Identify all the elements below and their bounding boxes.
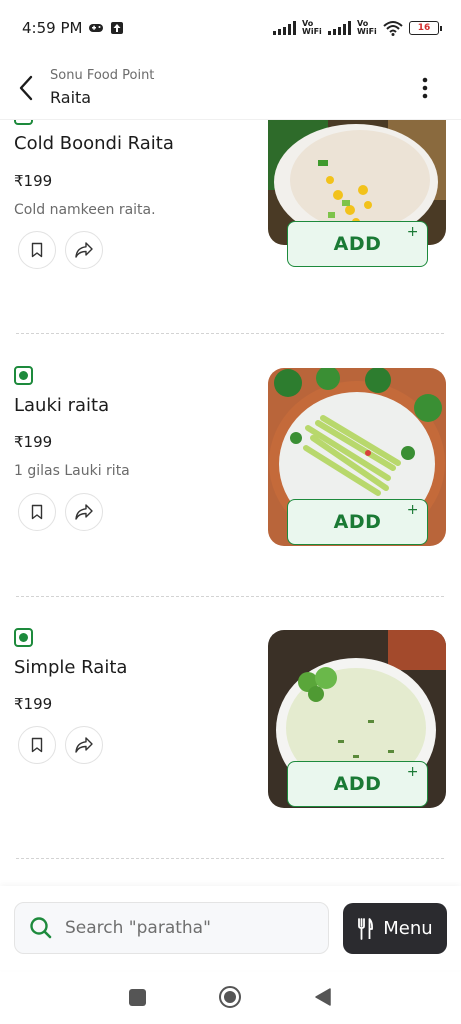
bookmark-icon — [31, 504, 43, 520]
menu-item-list[interactable]: Cold Boondi Raita ₹199 Cold namkeen rait… — [0, 120, 461, 886]
vowifi-label: Vo WiFi — [302, 19, 322, 36]
more-vertical-icon — [422, 77, 428, 98]
bookmark-button[interactable] — [18, 231, 56, 269]
search-icon — [30, 917, 52, 939]
back-button[interactable] — [2, 64, 50, 112]
back-triangle-icon[interactable] — [314, 987, 332, 1007]
item-price: ₹199 — [14, 172, 53, 190]
battery-icon: 16 — [409, 21, 442, 35]
item-name: Simple Raita — [14, 657, 128, 678]
bookmark-button[interactable] — [18, 726, 56, 764]
menu-item: Cold Boondi Raita ₹199 Cold namkeen rait… — [0, 120, 461, 344]
item-name: Lauki raita — [14, 395, 110, 416]
item-divider — [16, 596, 444, 597]
gamepad-icon — [89, 24, 104, 32]
item-name: Cold Boondi Raita — [14, 133, 174, 154]
cutlery-icon — [358, 917, 374, 940]
upload-icon — [111, 22, 124, 34]
share-button[interactable] — [65, 493, 103, 531]
veg-indicator-icon — [14, 628, 33, 647]
more-options-button[interactable] — [405, 64, 445, 112]
share-icon — [75, 242, 93, 258]
item-price: ₹199 — [14, 695, 53, 713]
signal-icon — [273, 21, 296, 35]
menu-button[interactable]: Menu — [343, 903, 447, 954]
add-button-label: ADD — [333, 773, 382, 795]
home-button[interactable] — [218, 986, 241, 1008]
signal-icon-2 — [328, 21, 351, 35]
wifi-icon — [383, 21, 403, 36]
system-nav-bar — [0, 970, 461, 1024]
share-button[interactable] — [65, 726, 103, 764]
restaurant-name: Sonu Food Point — [50, 68, 155, 83]
bookmark-icon — [31, 242, 43, 258]
item-description: 1 gilas Lauki rita — [14, 463, 130, 479]
plus-icon: + — [406, 764, 419, 780]
add-button[interactable]: ADD + — [287, 221, 428, 267]
app-header: Sonu Food Point Raita — [0, 56, 461, 120]
bookmark-button[interactable] — [18, 493, 56, 531]
veg-indicator-icon — [14, 366, 33, 385]
menu-button-label: Menu — [383, 918, 433, 939]
veg-indicator-icon — [14, 120, 33, 125]
item-price: ₹199 — [14, 433, 53, 451]
status-time: 4:59 PM — [22, 19, 83, 37]
plus-icon: + — [406, 224, 419, 240]
share-icon — [75, 504, 93, 520]
add-button[interactable]: ADD + — [287, 761, 428, 807]
bottom-bar: Search "paratha" Menu — [0, 886, 461, 970]
menu-item: Lauki raita ₹199 1 gilas Lauki rita ADD … — [0, 344, 461, 606]
bookmark-icon — [31, 737, 43, 753]
back-arrow-icon — [19, 75, 33, 100]
item-divider — [16, 333, 444, 334]
add-button-label: ADD — [333, 511, 382, 533]
add-button-label: ADD — [333, 233, 382, 255]
menu-item: Simple Raita ₹199 ADD + — [0, 606, 461, 868]
recents-button[interactable] — [128, 988, 146, 1006]
share-button[interactable] — [65, 231, 103, 269]
item-divider — [16, 858, 444, 859]
search-input[interactable]: Search "paratha" — [14, 902, 329, 954]
search-placeholder: Search "paratha" — [65, 918, 211, 938]
share-icon — [75, 737, 93, 753]
add-button[interactable]: ADD + — [287, 499, 428, 545]
plus-icon: + — [406, 502, 419, 518]
page-title: Raita — [50, 88, 92, 107]
status-bar: 4:59 PM Vo WiFi Vo WiFi 16 — [0, 0, 461, 56]
item-description: Cold namkeen raita. — [14, 202, 156, 218]
header-titles: Sonu Food Point Raita — [50, 68, 154, 107]
vowifi-label-2: Vo WiFi — [357, 19, 377, 36]
